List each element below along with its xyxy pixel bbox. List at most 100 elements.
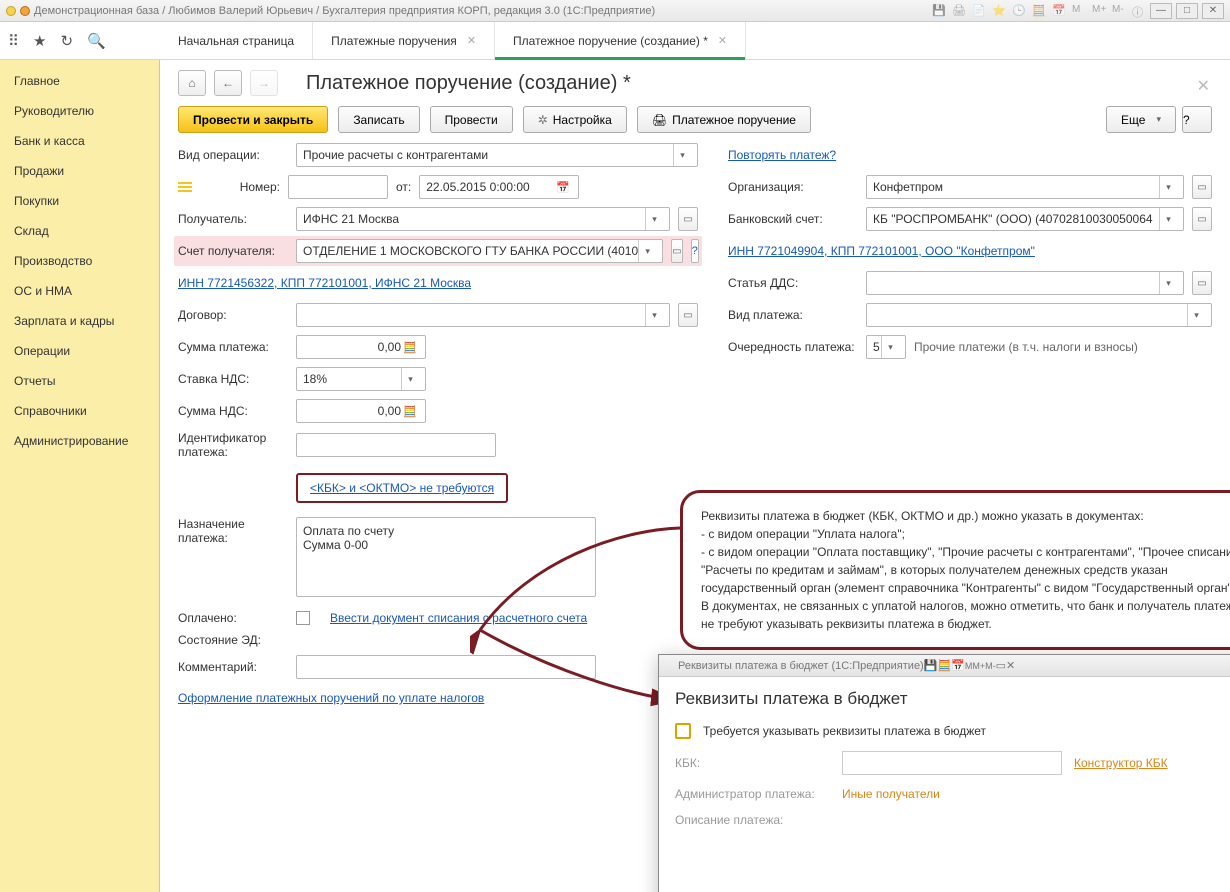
bottom-link[interactable]: Оформление платежных поручений по уплате…: [178, 691, 484, 705]
priority-select[interactable]: 5▾: [866, 335, 906, 359]
post-button[interactable]: Провести: [430, 106, 513, 133]
tab-close-icon[interactable]: ✕: [718, 34, 727, 47]
date-input[interactable]: 22.05.2015 0:00:00📅: [419, 175, 579, 199]
tb-m-icon[interactable]: M: [965, 661, 973, 671]
sidebar-item-8[interactable]: Зарплата и кадры: [0, 306, 159, 336]
open-rec-acc-button[interactable]: ▭: [671, 239, 682, 263]
inn-link-2[interactable]: ИНН 7721049904, КПП 772101001, ООО "Конф…: [728, 244, 1035, 258]
tb-m-minus-icon[interactable]: M-: [1112, 4, 1126, 18]
help-button[interactable]: ?: [1182, 106, 1212, 133]
back-button[interactable]: ←: [214, 70, 242, 96]
comment-input[interactable]: [296, 655, 596, 679]
tab-close-icon[interactable]: ✕: [467, 34, 476, 47]
number-input[interactable]: [288, 175, 388, 199]
tb-m-plus-icon[interactable]: M+: [972, 661, 985, 671]
tb-cal-icon[interactable]: 📅: [951, 659, 965, 672]
vat-sum-label: Сумма НДС:: [178, 404, 288, 418]
open-contract-button[interactable]: ▭: [678, 303, 698, 327]
search-icon[interactable]: 🔍: [87, 32, 106, 50]
apps-icon[interactable]: ⠿: [8, 32, 19, 50]
open-bank-acc-button[interactable]: ▭: [1192, 207, 1212, 231]
bank-acc-select[interactable]: КБ "РОСПРОМБАНК" (ООО) (4070281003005006…: [866, 207, 1184, 231]
settings-button[interactable]: ✲Настройка: [523, 106, 627, 133]
paid-checkbox[interactable]: [296, 611, 310, 625]
rec-acc-help-button[interactable]: ?: [691, 239, 699, 263]
app-icon-2: [20, 6, 30, 16]
more-button[interactable]: Еще: [1106, 106, 1176, 133]
page-close-icon[interactable]: ✕: [1197, 76, 1210, 96]
printer-icon: 🖨: [652, 113, 667, 127]
org-select[interactable]: Конфетпром▾: [866, 175, 1184, 199]
home-button[interactable]: ⌂: [178, 70, 206, 96]
tb-info-icon[interactable]: ⓘ: [1132, 4, 1146, 18]
tb-calc-icon[interactable]: 🧮: [1032, 4, 1046, 18]
forward-button[interactable]: →: [250, 70, 278, 96]
admin-value: Иные получатели: [842, 787, 940, 801]
calendar-icon[interactable]: 📅: [554, 176, 572, 198]
tb-calc-icon[interactable]: 🧮: [937, 659, 951, 672]
tb-cal-icon[interactable]: 📅: [1052, 4, 1066, 18]
tab-home[interactable]: Начальная страница: [160, 22, 313, 59]
tb-m-icon[interactable]: M: [1072, 4, 1086, 18]
tb-save-icon[interactable]: 💾: [932, 4, 946, 18]
open-recipient-button[interactable]: ▭: [678, 207, 698, 231]
minimize-button[interactable]: —: [1150, 3, 1172, 19]
maximize-button[interactable]: □: [1176, 3, 1198, 19]
sidebar-item-9[interactable]: Операции: [0, 336, 159, 366]
dropdown-icon[interactable]: ▾: [673, 144, 691, 166]
tb-save-icon[interactable]: 💾: [924, 659, 938, 672]
tb-star-icon[interactable]: ⭐: [992, 4, 1006, 18]
kbk-input[interactable]: [842, 751, 1062, 775]
kbk-oktmo-link[interactable]: <КБК> и <ОКТМО> не требуются: [310, 481, 494, 495]
recipient-select[interactable]: ИФНС 21 Москва▾: [296, 207, 670, 231]
req-checkbox[interactable]: [675, 723, 691, 739]
paid-link[interactable]: Ввести документ списания с расчетного сч…: [330, 611, 587, 625]
vat-rate-label: Ставка НДС:: [178, 372, 288, 386]
tb-m-minus-icon[interactable]: M-: [985, 661, 996, 671]
modal-close-button[interactable]: ✕: [1006, 659, 1015, 672]
save-button[interactable]: Записать: [338, 106, 419, 133]
id-input[interactable]: [296, 433, 496, 457]
open-org-button[interactable]: ▭: [1192, 175, 1212, 199]
rec-acc-select[interactable]: ОТДЕЛЕНИЕ 1 МОСКОВСКОГО ГТУ БАНКА РОССИИ…: [296, 239, 663, 263]
calc-icon[interactable]: 🧮: [401, 336, 419, 358]
dds-select[interactable]: ▾: [866, 271, 1184, 295]
admin-label: Администратор платежа:: [675, 787, 830, 801]
sidebar-item-1[interactable]: Руководителю: [0, 96, 159, 126]
post-close-button[interactable]: Провести и закрыть: [178, 106, 328, 133]
tb-print-icon[interactable]: 🖨: [952, 4, 966, 18]
open-dds-button[interactable]: ▭: [1192, 271, 1212, 295]
vat-sum-input[interactable]: 0,00🧮: [296, 399, 426, 423]
sidebar-item-4[interactable]: Покупки: [0, 186, 159, 216]
close-button[interactable]: ✕: [1202, 3, 1224, 19]
tb-clock-icon[interactable]: 🕒: [1012, 4, 1026, 18]
tab-payment-new[interactable]: Платежное поручение (создание) *✕: [495, 22, 746, 59]
bank-acc-label: Банковский счет:: [728, 212, 858, 226]
sidebar-item-3[interactable]: Продажи: [0, 156, 159, 186]
sidebar-item-7[interactable]: ОС и НМА: [0, 276, 159, 306]
sum-input[interactable]: 0,00🧮: [296, 335, 426, 359]
sidebar-item-12[interactable]: Администрирование: [0, 426, 159, 456]
repeat-payment-link[interactable]: Повторять платеж?: [728, 148, 836, 162]
kbk-constructor-link[interactable]: Конструктор КБК: [1074, 756, 1168, 770]
sidebar-item-6[interactable]: Производство: [0, 246, 159, 276]
modal-restore-button[interactable]: ▭: [996, 659, 1006, 672]
inn-link-1[interactable]: ИНН 7721456322, КПП 772101001, ИФНС 21 М…: [178, 276, 471, 290]
history-icon[interactable]: ↻: [60, 32, 73, 50]
pay-type-select[interactable]: ▾: [866, 303, 1212, 327]
calc-icon[interactable]: 🧮: [401, 400, 419, 422]
tb-doc-icon[interactable]: 📄: [972, 4, 986, 18]
vat-rate-select[interactable]: 18%▾: [296, 367, 426, 391]
print-button[interactable]: 🖨Платежное поручение: [637, 106, 811, 133]
favorite-icon[interactable]: ★: [33, 32, 46, 50]
tb-m-plus-icon[interactable]: M+: [1092, 4, 1106, 18]
tab-payments[interactable]: Платежные поручения✕: [313, 22, 495, 59]
sidebar-item-11[interactable]: Справочники: [0, 396, 159, 426]
contract-select[interactable]: ▾: [296, 303, 670, 327]
op-type-select[interactable]: Прочие расчеты с контрагентами▾: [296, 143, 698, 167]
sidebar-item-2[interactable]: Банк и касса: [0, 126, 159, 156]
sidebar-item-0[interactable]: Главное: [0, 66, 159, 96]
sidebar-item-5[interactable]: Склад: [0, 216, 159, 246]
sidebar-item-10[interactable]: Отчеты: [0, 366, 159, 396]
purpose-textarea[interactable]: Оплата по счетуСумма 0-00: [296, 517, 596, 597]
